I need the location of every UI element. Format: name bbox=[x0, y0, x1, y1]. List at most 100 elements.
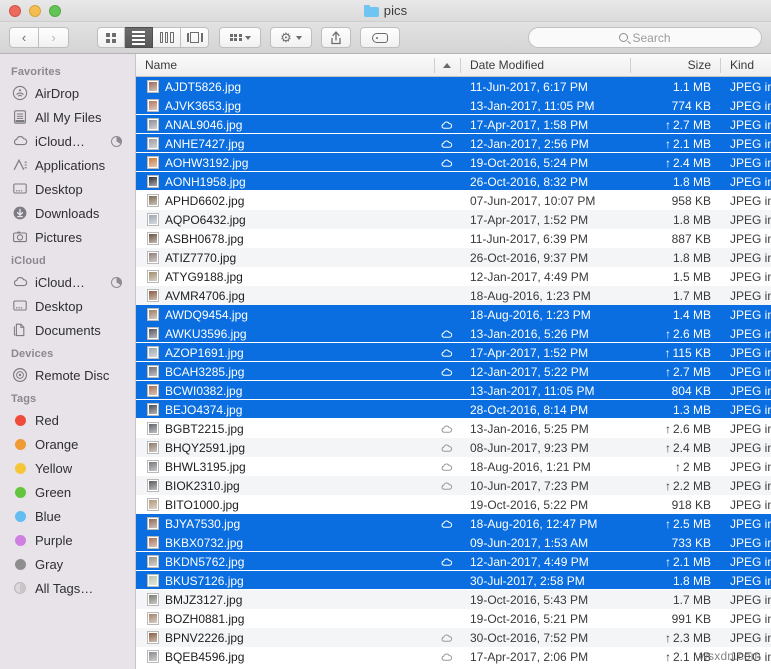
table-row[interactable]: BHWL3195.jpg 18-Aug-2016, 1:21 PM ↑ 2 MB JPE… bbox=[136, 457, 771, 476]
size-value: 1.1 MB bbox=[672, 79, 711, 94]
column-header-kind[interactable]: Kind bbox=[720, 54, 771, 77]
minimize-button[interactable] bbox=[29, 4, 41, 17]
table-row[interactable]: BIOK2310.jpg 10-Jun-2017, 7:23 PM ↑ 2.2 MB J… bbox=[136, 476, 771, 495]
size-cell: 1.8 MB bbox=[630, 251, 720, 265]
sidebar-item-remote-disc[interactable]: Remote Disc bbox=[0, 363, 135, 387]
sidebar-item-downloads[interactable]: Downloads bbox=[0, 201, 135, 225]
file-rows[interactable]: AJDT5826.jpg 11-Jun-2017, 6:17 PM 1.1 MB JP… bbox=[136, 77, 771, 669]
back-button[interactable]: ‹ bbox=[9, 27, 39, 48]
table-row[interactable]: ANHE7427.jpg 12-Jan-2017, 2:56 PM ↑ 2.1 MB J… bbox=[136, 134, 771, 153]
sidebar-item-applications[interactable]: Applications bbox=[0, 153, 135, 177]
table-row[interactable]: BCWI0382.jpg 13-Jan-2017, 11:05 PM 804 KB J… bbox=[136, 381, 771, 400]
sidebar-item-all-my-files[interactable]: All My Files bbox=[0, 105, 135, 129]
table-row[interactable]: ANAL9046.jpg 17-Apr-2017, 1:58 PM ↑ 2.7 MB J… bbox=[136, 115, 771, 134]
action-menu-button[interactable]: ⚙ bbox=[270, 27, 312, 48]
sidebar-item-orange[interactable]: Orange bbox=[0, 432, 135, 456]
file-name-label: AJVK3653.jpg bbox=[165, 98, 242, 113]
sidebar-item-icloud[interactable]: iCloud… bbox=[0, 129, 135, 153]
table-row[interactable]: BEJO4374.jpg 28-Oct-2016, 8:14 PM 1.3 MB JP… bbox=[136, 400, 771, 419]
coverflow-view-button[interactable] bbox=[181, 27, 209, 48]
file-thumbnail-icon bbox=[147, 460, 159, 473]
size-cell: 804 KB bbox=[630, 384, 720, 398]
table-row[interactable]: AONH1958.jpg 26-Oct-2016, 8:32 PM 1.8 MB JP… bbox=[136, 172, 771, 191]
view-mode-segmented-control bbox=[97, 27, 209, 48]
size-value: 1.8 MB bbox=[672, 174, 711, 189]
sidebar-item-blue[interactable]: Blue bbox=[0, 504, 135, 528]
table-row[interactable]: AJVK3653.jpg 13-Jan-2017, 11:05 PM 774 KB J… bbox=[136, 96, 771, 115]
downloads-icon-wrap bbox=[12, 205, 28, 221]
date-modified-cell: 09-Jun-2017, 1:53 AM bbox=[470, 535, 589, 550]
sidebar-item-desktop[interactable]: Desktop bbox=[0, 294, 135, 318]
share-button[interactable] bbox=[321, 27, 351, 48]
column-view-button[interactable] bbox=[153, 27, 181, 48]
downloads-icon bbox=[13, 206, 27, 220]
table-row[interactable]: AWKU3596.jpg 13-Jan-2016, 5:26 PM ↑ 2.6 MB J… bbox=[136, 324, 771, 343]
sidebar-item-pictures[interactable]: Pictures bbox=[0, 225, 135, 249]
table-row[interactable]: ASBH0678.jpg 11-Jun-2017, 6:39 PM 887 KB JP… bbox=[136, 229, 771, 248]
table-row[interactable]: APHD6602.jpg 07-Jun-2017, 10:07 PM 958 KB J… bbox=[136, 191, 771, 210]
search-field[interactable]: Search bbox=[528, 27, 762, 48]
sidebar-section-header: Favorites bbox=[11, 66, 61, 78]
table-row[interactable]: ATIZ7770.jpg 26-Oct-2016, 9:37 PM 1.8 MB JP… bbox=[136, 248, 771, 267]
sort-indicator[interactable] bbox=[434, 54, 460, 77]
arrange-button[interactable] bbox=[219, 27, 261, 48]
file-name-label: AWDQ9454.jpg bbox=[165, 307, 248, 322]
size-value: 2.7 MB bbox=[672, 117, 711, 132]
sidebar-item-all-tags[interactable]: All Tags… bbox=[0, 576, 135, 600]
icon-view-button[interactable] bbox=[97, 27, 125, 48]
file-name-cell: AOHW3192.jpg bbox=[136, 156, 434, 170]
close-button[interactable] bbox=[9, 4, 21, 17]
list-icon bbox=[132, 30, 145, 45]
table-row[interactable]: BHQY2591.jpg 08-Jun-2017, 9:23 PM ↑ 2.4 MB J… bbox=[136, 438, 771, 457]
file-thumbnail-icon bbox=[147, 118, 159, 131]
table-row[interactable]: BKUS7126.jpg 30-Jul-2017, 2:58 PM 1.8 MB JP… bbox=[136, 571, 771, 590]
sidebar-item-label: Pictures bbox=[35, 229, 82, 245]
sidebar-item-icloud[interactable]: iCloud… bbox=[0, 270, 135, 294]
table-row[interactable]: AZOP1691.jpg 17-Apr-2017, 1:52 PM ↑ 115 KB J… bbox=[136, 343, 771, 362]
column-header-name[interactable]: Name bbox=[136, 54, 434, 77]
column-header-date[interactable]: Date Modified bbox=[460, 54, 630, 77]
table-row[interactable]: BCAH3285.jpg 12-Jan-2017, 5:22 PM ↑ 2.7 MB J… bbox=[136, 362, 771, 381]
file-name-label: BIOK2310.jpg bbox=[165, 478, 240, 493]
sidebar-item-purple[interactable]: Purple bbox=[0, 528, 135, 552]
kind-cell: JPEG ima bbox=[730, 421, 771, 436]
sidebar-item-airdrop[interactable]: AirDrop bbox=[0, 81, 135, 105]
list-view-button[interactable] bbox=[125, 27, 153, 48]
column-header-size[interactable]: Size bbox=[630, 54, 720, 77]
table-row[interactable]: AVMR4706.jpg 18-Aug-2016, 1:23 PM 1.7 MB JP… bbox=[136, 286, 771, 305]
file-name-cell: BMJZ3127.jpg bbox=[136, 593, 434, 607]
sidebar-item-yellow[interactable]: Yellow bbox=[0, 456, 135, 480]
sidebar-item-label: Purple bbox=[35, 532, 73, 548]
kind-cell: JPEG ima bbox=[730, 193, 771, 208]
table-row[interactable]: BKDN5762.jpg 12-Jan-2017, 4:49 PM ↑ 2.1 MB J… bbox=[136, 552, 771, 571]
sidebar-item-gray[interactable]: Gray bbox=[0, 552, 135, 576]
kind-cell: JPEG ima bbox=[730, 383, 771, 398]
table-row[interactable]: BJYA7530.jpg 18-Aug-2016, 12:47 PM ↑ 2.5 MB… bbox=[136, 514, 771, 533]
zoom-button[interactable] bbox=[49, 4, 61, 17]
sidebar-item-green[interactable]: Green bbox=[0, 480, 135, 504]
date-modified-cell: 13-Jan-2016, 5:25 PM bbox=[470, 421, 589, 436]
table-row[interactable]: BMJZ3127.jpg 19-Oct-2016, 5:43 PM 1.7 MB JP… bbox=[136, 590, 771, 609]
table-row[interactable]: BITO1000.jpg 19-Oct-2016, 5:22 PM 918 KB JP… bbox=[136, 495, 771, 514]
size-cell: ↑ 2.1 MB bbox=[630, 555, 720, 569]
table-row[interactable]: BGBT2215.jpg 13-Jan-2016, 5:25 PM ↑ 2.6 MB J… bbox=[136, 419, 771, 438]
tag-dot-icon bbox=[14, 486, 26, 498]
table-row[interactable]: BPNV2226.jpg 30-Oct-2016, 7:52 PM ↑ 2.3 MB J… bbox=[136, 628, 771, 647]
upload-arrow-icon: ↑ bbox=[664, 364, 671, 379]
edit-tags-button[interactable] bbox=[360, 27, 400, 48]
forward-button[interactable]: › bbox=[39, 27, 69, 48]
sidebar-item-desktop[interactable]: Desktop bbox=[0, 177, 135, 201]
file-name-cell: BEJO4374.jpg bbox=[136, 403, 434, 417]
table-row[interactable]: AWDQ9454.jpg 18-Aug-2016, 1:23 PM 1.4 MB JP… bbox=[136, 305, 771, 324]
table-row[interactable]: AQPO6432.jpg 17-Apr-2017, 1:52 PM 1.8 MB JP… bbox=[136, 210, 771, 229]
table-row[interactable]: ATYG9188.jpg 12-Jan-2017, 4:49 PM 1.5 MB JP… bbox=[136, 267, 771, 286]
sidebar-item-label: iCloud… bbox=[35, 133, 85, 149]
table-row[interactable]: BKBX0732.jpg 09-Jun-2017, 1:53 AM 733 KB JP… bbox=[136, 533, 771, 552]
sidebar-item-documents[interactable]: Documents bbox=[0, 318, 135, 342]
file-thumbnail-icon bbox=[147, 479, 159, 492]
table-row[interactable]: BQEB4596.jpg 17-Apr-2017, 2:06 PM ↑ 2.1 MB J… bbox=[136, 647, 771, 666]
table-row[interactable]: BOZH0881.jpg 19-Oct-2016, 5:21 PM 991 KB JP… bbox=[136, 609, 771, 628]
table-row[interactable]: AJDT5826.jpg 11-Jun-2017, 6:17 PM 1.1 MB JP… bbox=[136, 77, 771, 96]
table-row[interactable]: AOHW3192.jpg 19-Oct-2016, 5:24 PM ↑ 2.4 MB J… bbox=[136, 153, 771, 172]
sidebar-item-red[interactable]: Red bbox=[0, 408, 135, 432]
